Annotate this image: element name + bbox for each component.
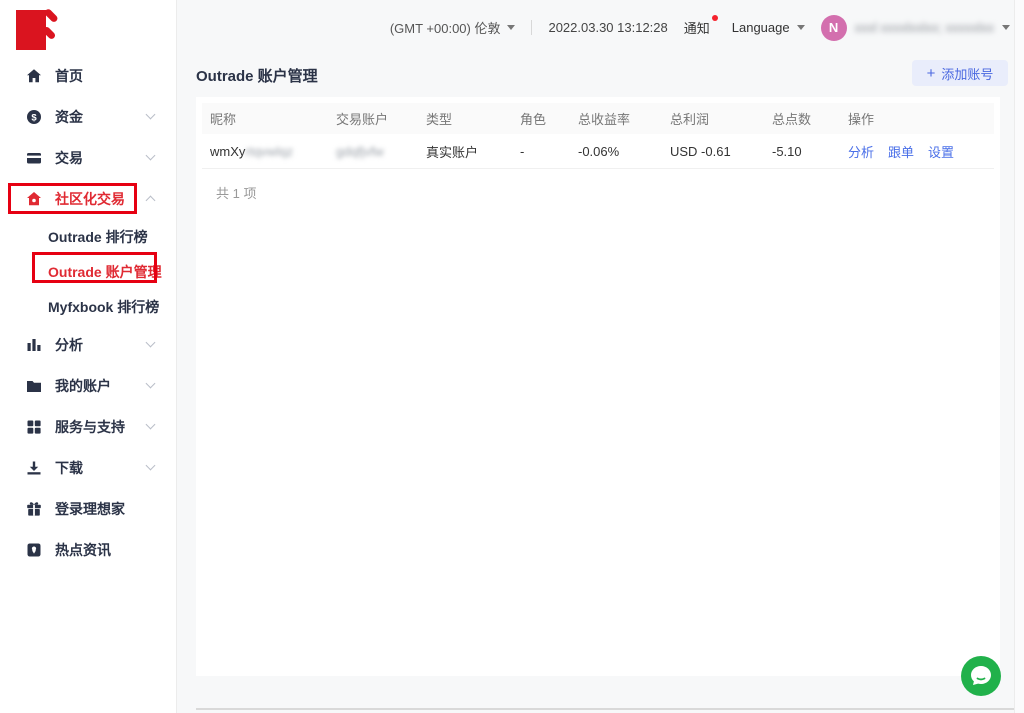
sidebar-menu: 首页 $ 资金 交易 社区化交易 Outrade 排行榜 (0, 55, 176, 570)
user-menu[interactable]: N xxxl xxxxlxxlxx; xxxxxlxx (821, 15, 1010, 41)
copy-trade-link[interactable]: 跟单 (888, 142, 914, 161)
community-house-icon (26, 191, 42, 207)
col-header-type: 类型 (426, 109, 520, 128)
col-header-nickname: 昵称 (210, 109, 336, 128)
col-header-role: 角色 (520, 109, 578, 128)
cell-total-return: -0.06% (578, 144, 670, 159)
sidebar: 首页 $ 资金 交易 社区化交易 Outrade 排行榜 (0, 0, 177, 713)
chevron-down-icon (146, 110, 156, 120)
sidebar-item-label: 下载 (55, 458, 83, 478)
username-redacted: xxxl xxxxlxxlxx; xxxxxlxx (855, 20, 994, 35)
main-content: (GMT +00:00) 伦敦 2022.03.30 13:12:28 通知 L… (177, 0, 1024, 713)
folder-icon (26, 378, 42, 394)
nickname-redacted: rtqvwlqz (245, 144, 293, 159)
sidebar-item-outrade-ranking[interactable]: Outrade 排行榜 (0, 219, 176, 254)
chevron-down-icon (146, 338, 156, 348)
sidebar-item-my-accounts[interactable]: 我的账户 (0, 365, 176, 406)
home-icon (26, 68, 42, 84)
caret-down-icon (797, 25, 805, 30)
sidebar-item-community-trading[interactable]: 社区化交易 (0, 178, 176, 219)
sidebar-item-hot-news[interactable]: 热点资讯 (0, 529, 176, 570)
col-header-total-points: 总点数 (772, 109, 848, 128)
news-pin-icon (26, 542, 42, 558)
sidebar-item-label: 我的账户 (55, 376, 111, 396)
caret-down-icon (1002, 25, 1010, 30)
sidebar-item-label: 分析 (55, 335, 83, 355)
language-label: Language (732, 20, 790, 35)
svg-text:$: $ (31, 112, 37, 123)
sidebar-item-home[interactable]: 首页 (0, 55, 176, 96)
settings-link[interactable]: 设置 (928, 142, 954, 161)
plus-icon: + (927, 66, 936, 81)
notifications-label: 通知 (684, 21, 710, 36)
col-header-trading-account: 交易账户 (336, 109, 426, 128)
table-header-row: 昵称 交易账户 类型 角色 总收益率 总利润 总点数 操作 (202, 103, 994, 134)
funds-icon: $ (26, 109, 42, 125)
cell-trading-account-redacted: gdqfjvfw (336, 144, 426, 159)
timezone-selector[interactable]: (GMT +00:00) 伦敦 (390, 18, 516, 37)
sidebar-item-label: 社区化交易 (55, 189, 125, 209)
sidebar-item-label: 登录理想家 (55, 499, 125, 519)
cell-total-points: -5.10 (772, 144, 848, 159)
accounts-card: 昵称 交易账户 类型 角色 总收益率 总利润 总点数 操作 wmXyrtqvwl… (196, 97, 1000, 676)
sidebar-item-download[interactable]: 下载 (0, 447, 176, 488)
bar-chart-icon (26, 337, 42, 353)
sidebar-item-label: 资金 (55, 107, 83, 127)
gift-icon (26, 501, 42, 517)
grid-icon (26, 419, 42, 435)
sidebar-item-trade[interactable]: 交易 (0, 137, 176, 178)
chevron-down-icon (146, 151, 156, 161)
sidebar-item-label: 服务与支持 (55, 417, 125, 437)
sidebar-item-label: 交易 (55, 148, 83, 168)
sidebar-item-label: 首页 (55, 66, 83, 86)
add-account-button[interactable]: + 添加账号 (912, 60, 1008, 86)
cell-actions: 分析 跟单 设置 (848, 142, 986, 161)
sidebar-subitem-label: Myfxbook 排行榜 (48, 297, 159, 317)
cell-nickname: wmXyrtqvwlqz (210, 144, 336, 159)
chevron-down-icon (146, 461, 156, 471)
col-header-actions: 操作 (848, 109, 986, 128)
page-title: Outrade 账户管理 (196, 65, 318, 86)
table-summary: 共 1 项 (216, 183, 994, 202)
chevron-down-icon (146, 379, 156, 389)
avatar: N (821, 15, 847, 41)
notifications-button[interactable]: 通知 (684, 18, 716, 37)
notification-dot-badge (712, 15, 718, 21)
accounts-table: 昵称 交易账户 类型 角色 总收益率 总利润 总点数 操作 wmXyrtqvwl… (202, 103, 994, 202)
download-icon (26, 460, 42, 476)
timezone-label: (GMT +00:00) 伦敦 (390, 18, 501, 37)
scrollbar[interactable] (1014, 0, 1024, 713)
sidebar-item-login-lixiangjia[interactable]: 登录理想家 (0, 488, 176, 529)
caret-down-icon (507, 25, 515, 30)
footer-divider (196, 708, 1014, 710)
community-submenu: Outrade 排行榜 Outrade 账户管理 Myfxbook 排行榜 (0, 219, 176, 324)
sidebar-item-label: 热点资讯 (55, 540, 111, 560)
sidebar-item-services-support[interactable]: 服务与支持 (0, 406, 176, 447)
sidebar-item-myfxbook-ranking[interactable]: Myfxbook 排行榜 (0, 289, 176, 324)
topbar: (GMT +00:00) 伦敦 2022.03.30 13:12:28 通知 L… (177, 0, 1010, 55)
sidebar-item-outrade-account-management[interactable]: Outrade 账户管理 (0, 254, 176, 289)
datetime-display: 2022.03.30 13:12:28 (548, 20, 667, 35)
sidebar-subitem-label: Outrade 排行榜 (48, 227, 148, 247)
cell-total-profit: USD -0.61 (670, 144, 772, 159)
col-header-total-return: 总收益率 (578, 109, 670, 128)
add-account-label: 添加账号 (941, 64, 993, 83)
sidebar-item-analytics[interactable]: 分析 (0, 324, 176, 365)
chevron-up-icon (146, 196, 156, 206)
chat-widget-button[interactable] (960, 655, 1002, 697)
analyze-link[interactable]: 分析 (848, 142, 874, 161)
sidebar-item-funds[interactable]: $ 资金 (0, 96, 176, 137)
language-selector[interactable]: Language (732, 20, 805, 35)
chevron-down-icon (146, 420, 156, 430)
cell-type: 真实账户 (426, 142, 520, 161)
sidebar-subitem-label: Outrade 账户管理 (48, 262, 162, 282)
cell-role: - (520, 144, 578, 159)
table-row: wmXyrtqvwlqz gdqfjvfw 真实账户 - -0.06% USD … (202, 134, 994, 169)
col-header-total-profit: 总利润 (670, 109, 772, 128)
card-icon (26, 150, 42, 166)
brand-logo-icon[interactable] (15, 9, 59, 51)
topbar-divider (531, 20, 532, 35)
